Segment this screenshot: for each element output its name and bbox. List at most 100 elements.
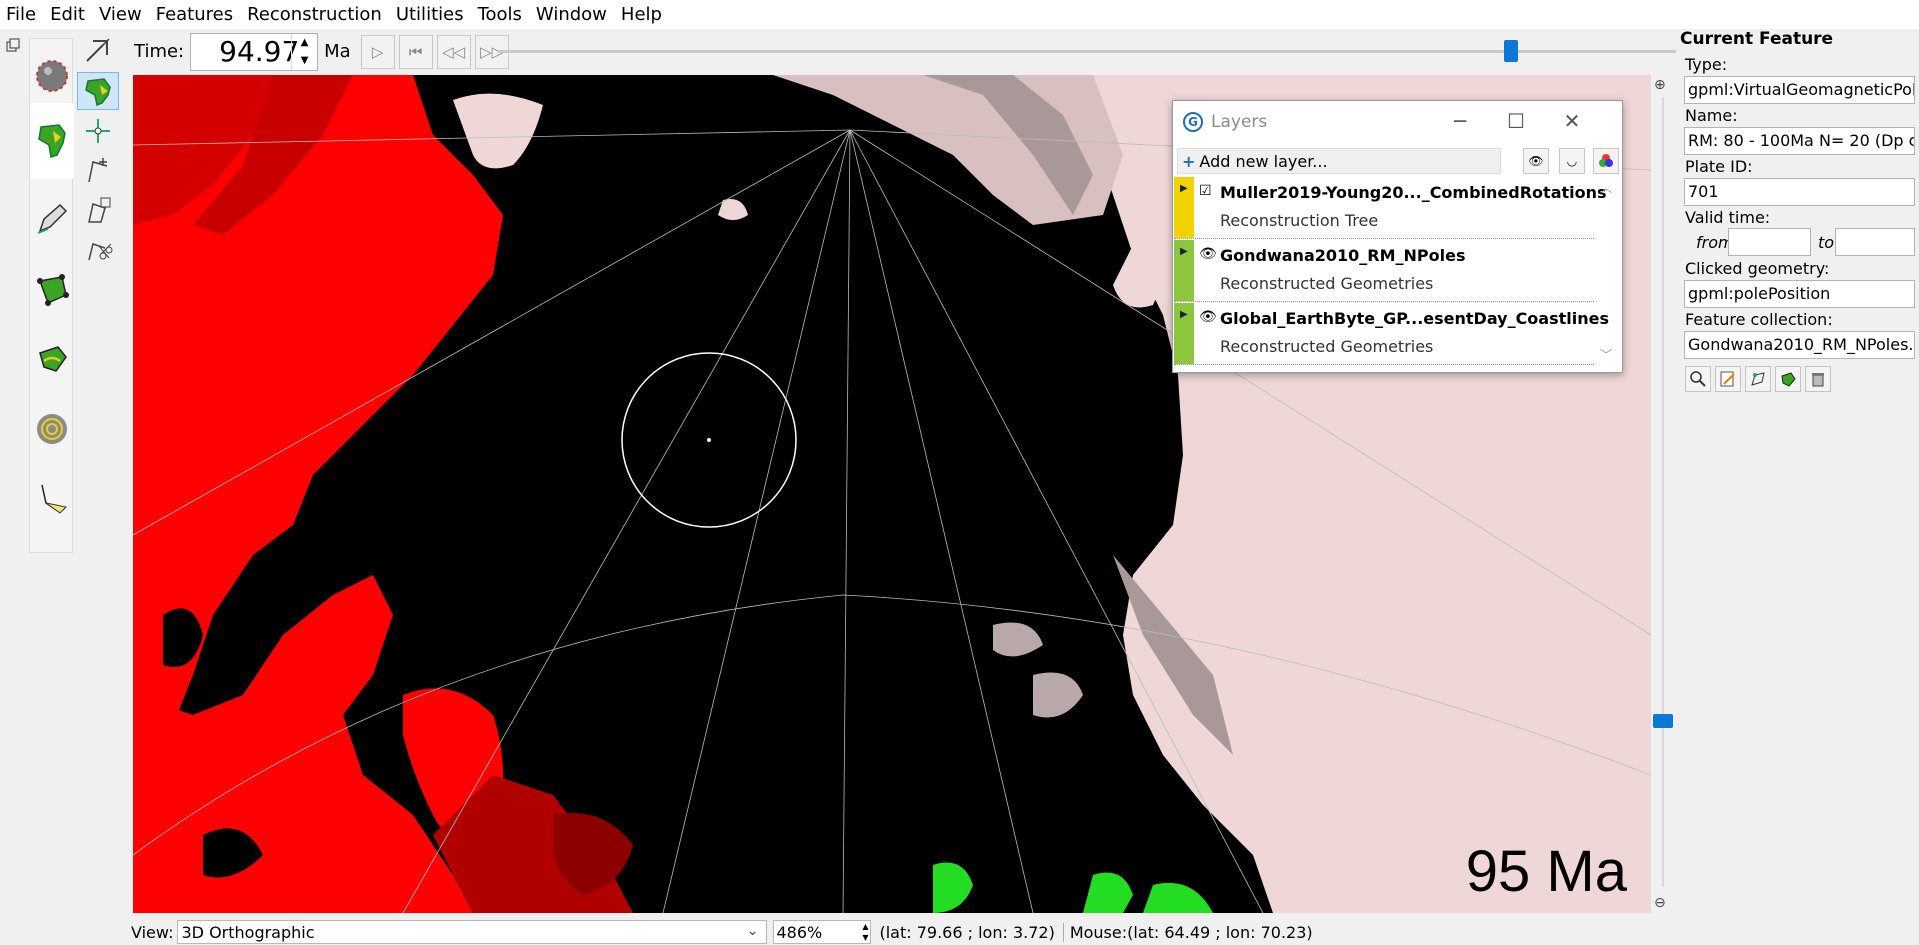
small-circle-tools-button[interactable] [30, 394, 74, 464]
move-vertex-tool[interactable] [77, 112, 119, 150]
layer-eye-icon[interactable]: 👁 [1199, 246, 1217, 262]
step-back-button[interactable]: ◁◁ [436, 34, 471, 69]
add-new-layer-button[interactable]: + Add new layer... [1177, 148, 1501, 174]
to-label: to [1818, 233, 1835, 252]
name-field[interactable]: RM: 80 - 100Ma N= 20 (Dp col [1684, 127, 1915, 155]
menu-reconstruction[interactable]: Reconstruction [240, 0, 389, 29]
minimize-icon[interactable]: ─ [1447, 109, 1473, 133]
undock-icon[interactable] [6, 36, 24, 54]
panel-title: Current Feature [1680, 29, 1834, 49]
delete-feature-button[interactable] [1805, 366, 1831, 392]
valid-time-from-field[interactable] [1728, 228, 1811, 256]
time-value[interactable]: 94.97 [191, 35, 299, 68]
valid-time-label: Valid time: [1685, 208, 1771, 227]
land-island-3 [993, 622, 1043, 657]
feature-inspection-tools-button[interactable] [30, 103, 74, 179]
clicked-geometry-field[interactable]: gpml:polePosition [1684, 280, 1915, 308]
insert-vertex-tool[interactable] [77, 152, 119, 190]
type-field[interactable]: gpml:VirtualGeomagneticPole [1684, 76, 1915, 104]
layer-eye-icon[interactable]: 👁 [1199, 309, 1217, 325]
trash-icon [1812, 373, 1824, 387]
zoom-track[interactable] [1662, 97, 1664, 887]
topology-tools-button[interactable] [30, 254, 74, 324]
zoom-spin-icon[interactable]: ▲ ▼ [862, 921, 868, 943]
view-tools-button[interactable] [30, 41, 74, 111]
layer-colour-bar: ▶ [1174, 177, 1194, 238]
pole-manipulation-tools-button[interactable] [30, 324, 74, 394]
spin-up-icon[interactable]: ▲ [292, 34, 317, 52]
zoom-percent-value[interactable]: 486% [776, 923, 822, 942]
reset-button[interactable]: ⏮ [398, 34, 433, 69]
green-patch-1 [933, 862, 973, 913]
spin-down-icon[interactable]: ▼ [292, 52, 317, 70]
age-label: 95 Ma [1465, 839, 1627, 904]
hellinger-tools-button[interactable] [30, 464, 74, 534]
layers-titlebar[interactable]: G Layers ─ ☐ ✕ [1173, 101, 1622, 143]
view-projection-select[interactable]: 3D Orthographic ⌄ [177, 920, 768, 944]
green-patch-2 [1083, 872, 1133, 913]
clone-geometry-button[interactable] [1745, 366, 1771, 392]
zoom-slider: ⊕ ⊖ [1651, 75, 1676, 913]
query-feature-button[interactable] [1685, 366, 1711, 392]
time-spinbox[interactable]: 94.97 ▲ ▼ [190, 32, 319, 71]
menu-features[interactable]: Features [149, 0, 240, 29]
feature-collection-field[interactable]: Gondwana2010_RM_NPoles.vgp [1684, 331, 1915, 359]
layer-row[interactable]: ▶ ☑ Muller2019-Young20..._CombinedRotati… [1174, 177, 1607, 239]
menu-edit[interactable]: Edit [43, 0, 92, 29]
zoom-percent-field[interactable]: 486% ▲ ▼ [773, 920, 872, 944]
hide-all-layers-button[interactable]: ◡ [1559, 148, 1585, 174]
play-button[interactable]: ▷ [360, 34, 395, 69]
layer-checked-icon[interactable]: ☑ [1199, 183, 1212, 199]
menu-file[interactable]: File [0, 0, 43, 29]
time-slider-handle[interactable] [1504, 40, 1519, 62]
menu-tools[interactable]: Tools [471, 0, 529, 29]
plate-id-label: Plate ID: [1685, 157, 1753, 176]
edit-icon [1720, 371, 1735, 387]
maximize-icon[interactable]: ☐ [1503, 109, 1529, 133]
layers-title: Layers [1211, 112, 1268, 132]
close-icon[interactable]: ✕ [1559, 109, 1585, 133]
layer-type: Reconstructed Geometries [1220, 274, 1434, 293]
menu-utilities[interactable]: Utilities [389, 0, 471, 29]
choose-feature-tool[interactable] [77, 72, 119, 110]
menubar: File Edit View Features Reconstruction U… [0, 0, 1919, 29]
layer-row[interactable]: ▶ 👁 Global_EarthByte_GP...esentDay_Coast… [1174, 303, 1609, 365]
layer-name: Global_EarthByte_GP...esentDay_Coastline… [1220, 309, 1609, 328]
valid-time-to-field[interactable] [1835, 228, 1915, 256]
expand-arrow-icon[interactable]: ▶ [1180, 183, 1188, 194]
zoom-handle[interactable] [1653, 714, 1673, 729]
menu-window[interactable]: Window [529, 0, 614, 29]
scroll-up-icon[interactable]: ︿ [1600, 179, 1612, 196]
edit-feature-button[interactable] [1715, 366, 1741, 392]
drag-globe-tool[interactable] [77, 31, 119, 69]
expand-arrow-icon[interactable]: ▶ [1180, 246, 1188, 257]
pole-position[interactable] [707, 438, 711, 442]
feature-icon [1781, 372, 1796, 387]
show-all-layers-button[interactable]: 👁 [1523, 148, 1549, 174]
play-icon: ▷ [371, 42, 384, 61]
land-island-2 [1033, 672, 1083, 718]
split-feature-tool[interactable] [77, 232, 119, 270]
scroll-down-icon[interactable]: ﹀ [1600, 346, 1612, 363]
menu-view[interactable]: View [92, 0, 149, 29]
type-label: Type: [1685, 55, 1728, 74]
layer-row[interactable]: ▶ 👁 Gondwana2010_RM_NPoles Reconstructed… [1174, 240, 1594, 302]
plate-id-field[interactable]: 701 [1684, 178, 1915, 206]
time-slider-track[interactable] [498, 50, 1676, 53]
layer-colours-button[interactable] [1593, 148, 1619, 174]
layers-scrollbar[interactable]: ︿ ﹀ [1596, 177, 1616, 365]
camera-coordinates: (lat: 79.66 ; lon: 3.72) [879, 922, 1064, 942]
digitisation-tools-button[interactable] [30, 184, 74, 254]
clone-feature-button[interactable] [1775, 366, 1801, 392]
time-toolbar: Time: 94.97 ▲ ▼ Ma ▷ ⏮ ◁◁ ▷▷ [131, 31, 1676, 72]
clone-icon [1751, 372, 1765, 386]
delete-vertex-tool[interactable] [77, 192, 119, 230]
colour-palette-icon [1599, 154, 1613, 167]
gplates-logo-icon: G [1183, 112, 1203, 132]
menu-help[interactable]: Help [614, 0, 669, 29]
expand-arrow-icon[interactable]: ▶ [1180, 309, 1188, 320]
zoom-in-icon[interactable]: ⊕ [1654, 77, 1666, 93]
eye-closed-icon: ◡ [1566, 154, 1578, 168]
time-spin-arrows[interactable]: ▲ ▼ [291, 33, 317, 70]
zoom-out-icon[interactable]: ⊖ [1654, 895, 1666, 911]
